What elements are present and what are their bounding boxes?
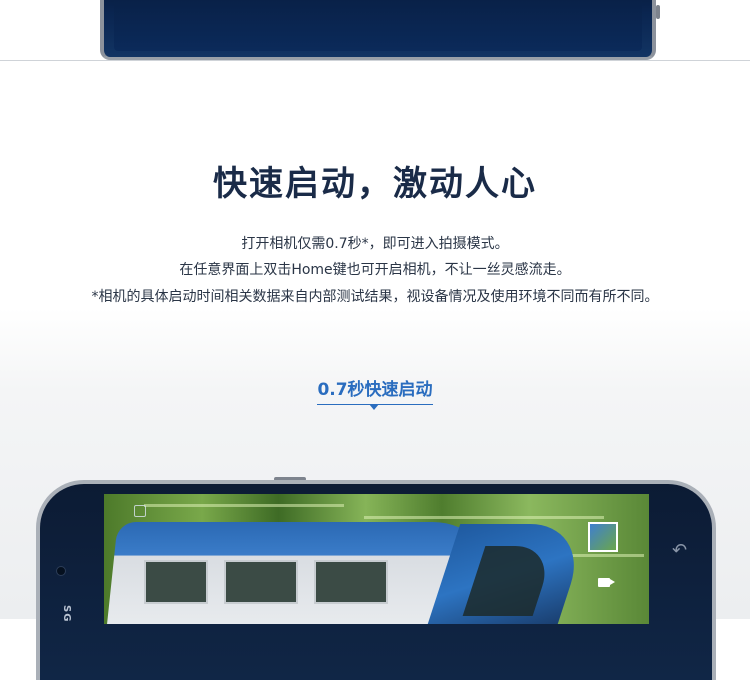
top-phone-side-button	[656, 5, 660, 19]
tram-window	[144, 560, 208, 604]
video-camera-icon	[598, 578, 615, 587]
back-icon: ↶	[672, 540, 688, 561]
badge-pointer-icon	[369, 404, 379, 410]
motion-blur-streak	[144, 504, 344, 507]
tram-window	[224, 560, 298, 604]
quick-launch-label: 0.7秒快速启动	[317, 375, 433, 405]
camera-preview-screen	[104, 494, 649, 624]
feature-text-section: 快速启动，激动人心 打开相机仅需0.7秒*，即可进入拍摄模式。 在任意界面上双击…	[0, 61, 750, 391]
feature-headline: 快速启动，激动人心	[213, 164, 537, 204]
motion-blur-streak	[364, 516, 604, 519]
top-phone-screen	[114, 0, 642, 51]
top-phone-section	[0, 0, 750, 62]
front-camera-icon	[56, 566, 66, 576]
gallery-thumbnail-icon	[588, 522, 618, 552]
feature-description-line-1: 打开相机仅需0.7秒*，即可进入拍摄模式。	[241, 236, 509, 252]
feature-description-footnote: *相机的具体启动时间相关数据来自内部测试结果，视设备情况及使用环境不同而有所不同…	[91, 289, 659, 305]
tram-window	[314, 560, 388, 604]
quick-launch-badge: 0.7秒快速启动	[0, 375, 750, 405]
camera-settings-icon	[134, 505, 146, 517]
top-phone-image	[100, 0, 660, 60]
feature-description-line-2: 在任意界面上双击Home键也可开启相机，不让一丝灵感流走。	[179, 262, 571, 278]
phone-brand-text: SG	[61, 605, 72, 623]
